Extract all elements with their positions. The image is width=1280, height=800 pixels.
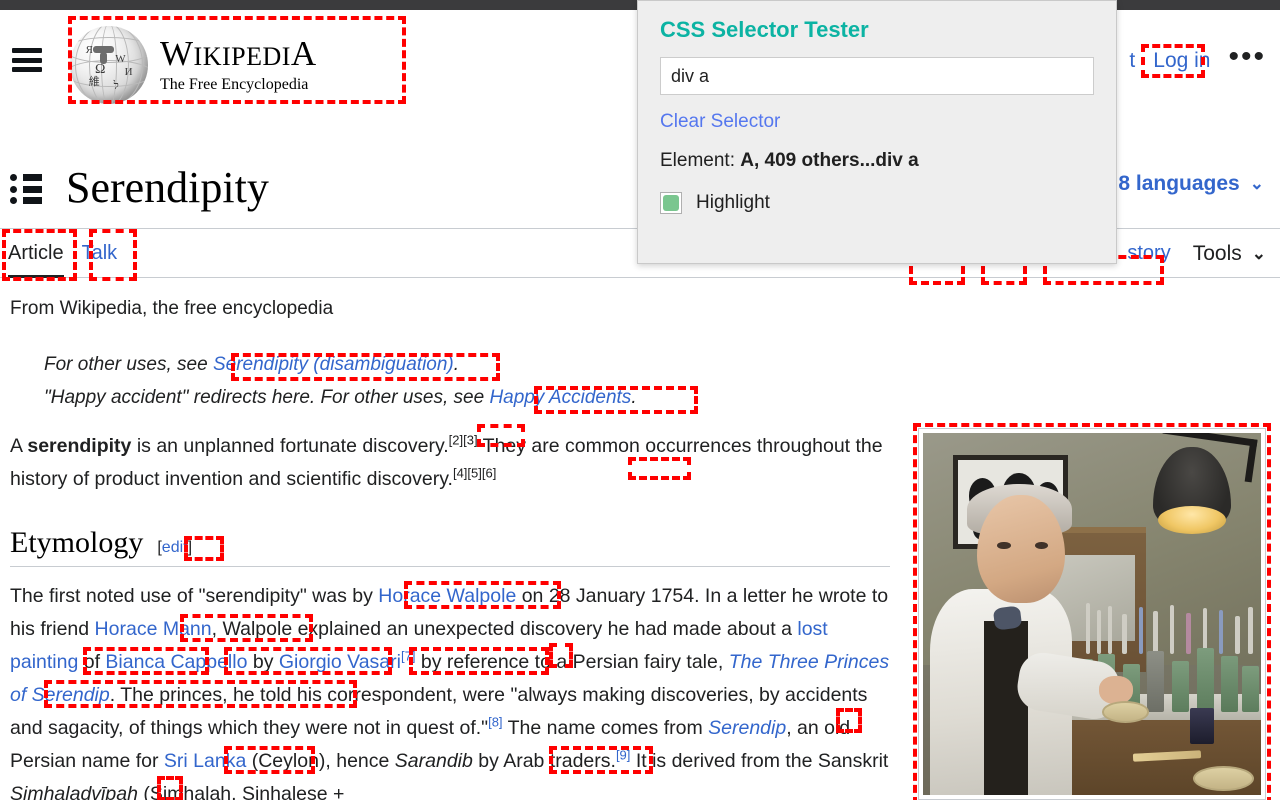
chevron-down-icon: ⌄ [1249, 174, 1264, 193]
tools-button[interactable]: Tools ⌄ [1193, 242, 1266, 266]
section-title: Etymology [10, 526, 144, 559]
page-title: Serendipity [66, 163, 269, 212]
wordmark-text: WIKIPEDIA [160, 34, 317, 73]
tab-talk[interactable]: Talk [82, 229, 118, 278]
lead-paragraph: A serendipity is an unplanned fortunate … [10, 432, 883, 491]
more-options-icon[interactable]: ••• [1228, 42, 1266, 74]
edit-section-link[interactable]: edit [162, 539, 188, 556]
edit-section-link-wrap: [edit] [157, 539, 193, 556]
hatnote-happy-accident: "Happy accident" redirects here. For oth… [44, 387, 637, 408]
tabs-right: story Tools ⌄ [1127, 229, 1266, 278]
highlight-row[interactable]: Highlight [660, 192, 1094, 214]
highlight-color-chip [663, 195, 679, 211]
fleming-photo [923, 433, 1261, 795]
chevron-down-icon: ⌄ [1251, 243, 1266, 263]
table-of-contents-icon[interactable] [10, 174, 44, 204]
happy-accidents-link[interactable]: Happy Accidents [489, 387, 631, 408]
highlight-label: Highlight [696, 192, 770, 213]
section-heading-etymology: Etymology [edit] [10, 526, 890, 567]
hamburger-menu-icon[interactable] [12, 48, 42, 72]
element-result: A, 409 others...div a [740, 150, 919, 171]
hamburger-line [12, 57, 42, 63]
selector-input[interactable] [660, 57, 1094, 95]
wikipedia-wordmark: WIKIPEDIA The Free Encyclopedia [160, 36, 317, 94]
serendipity-disambiguation-link[interactable]: Serendipity (disambiguation) [213, 354, 454, 375]
hamburger-line [12, 67, 42, 72]
wikipedia-globe-icon: Ω W И 維 ל Я [70, 26, 148, 104]
panel-title: CSS Selector Tester [660, 17, 869, 42]
fleming-laboratory-thumbnail[interactable] [918, 428, 1266, 800]
hamburger-line [12, 48, 42, 53]
wordmark-tagline: The Free Encyclopedia [160, 76, 309, 93]
hatnote-disambiguation: For other uses, see Serendipity (disambi… [44, 354, 460, 375]
element-prefix: Element: [660, 150, 741, 171]
css-selector-tester-panel: CSS Selector Tester Clear Selector Eleme… [637, 0, 1117, 264]
tab-article[interactable]: Article [8, 229, 64, 278]
login-link[interactable]: Log in [1153, 49, 1210, 73]
etymology-paragraph: The first noted use of "serendipity" was… [10, 585, 890, 800]
header-right-links: t Log in ••• [1129, 42, 1266, 74]
highlight-color-swatch[interactable] [660, 192, 682, 214]
create-account-link-partial[interactable]: t [1129, 49, 1135, 73]
languages-label: 8 languages [1118, 172, 1240, 195]
tabs-left: Article Talk [8, 229, 117, 278]
site-subtitle: From Wikipedia, the free encyclopedia [10, 298, 334, 319]
page-root: Ω W И 維 ל Я WIKIPEDIA The Free Encyclope… [0, 0, 1280, 800]
languages-button[interactable]: 8 languages ⌄ [1118, 172, 1264, 196]
wikipedia-logo[interactable]: Ω W И 維 ל Я WIKIPEDIA The Free Encyclope… [70, 20, 406, 110]
tab-view-history-partial[interactable]: story [1127, 229, 1170, 278]
clear-selector-link[interactable]: Clear Selector [660, 111, 1094, 133]
tools-label: Tools [1192, 241, 1242, 265]
element-result-row: Element: A, 409 others...div a [660, 150, 1094, 172]
